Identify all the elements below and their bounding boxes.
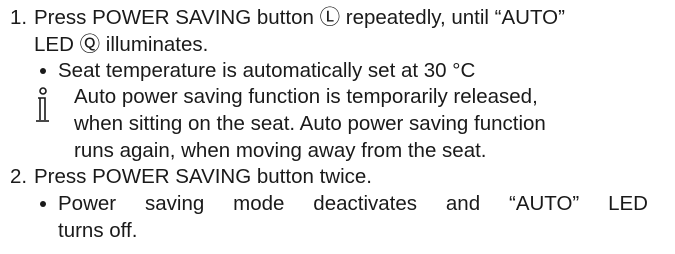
note-text-line: Auto power saving function is temporaril… [74, 85, 538, 108]
info-icon [36, 87, 49, 122]
bullet-text-line: Power saving mode deactivates and “AUTO”… [58, 192, 648, 215]
instruction-document: 1. Press POWER SAVING button Ⓛ repeatedl… [0, 0, 675, 254]
bullet-dot [40, 201, 46, 207]
bullet-text-line: turns off. [58, 219, 138, 242]
step-number: 1. [10, 6, 28, 29]
note-text-line: runs again, when moving away from the se… [74, 139, 487, 162]
bullet-dot [40, 68, 46, 74]
step-text-line: Press POWER SAVING button twice. [34, 165, 372, 188]
bullet-text-line: Seat temperature is automatically set at… [58, 59, 476, 82]
step-number: 2. [10, 165, 28, 188]
step-text-line: LED Ⓠ illuminates. [34, 33, 209, 56]
step-text-line: Press POWER SAVING button Ⓛ repeatedly, … [34, 6, 565, 29]
note-text-line: when sitting on the seat. Auto power sav… [74, 112, 546, 135]
bullet-text-line-wrap: Power saving mode deactivates and “AUTO”… [58, 191, 648, 217]
